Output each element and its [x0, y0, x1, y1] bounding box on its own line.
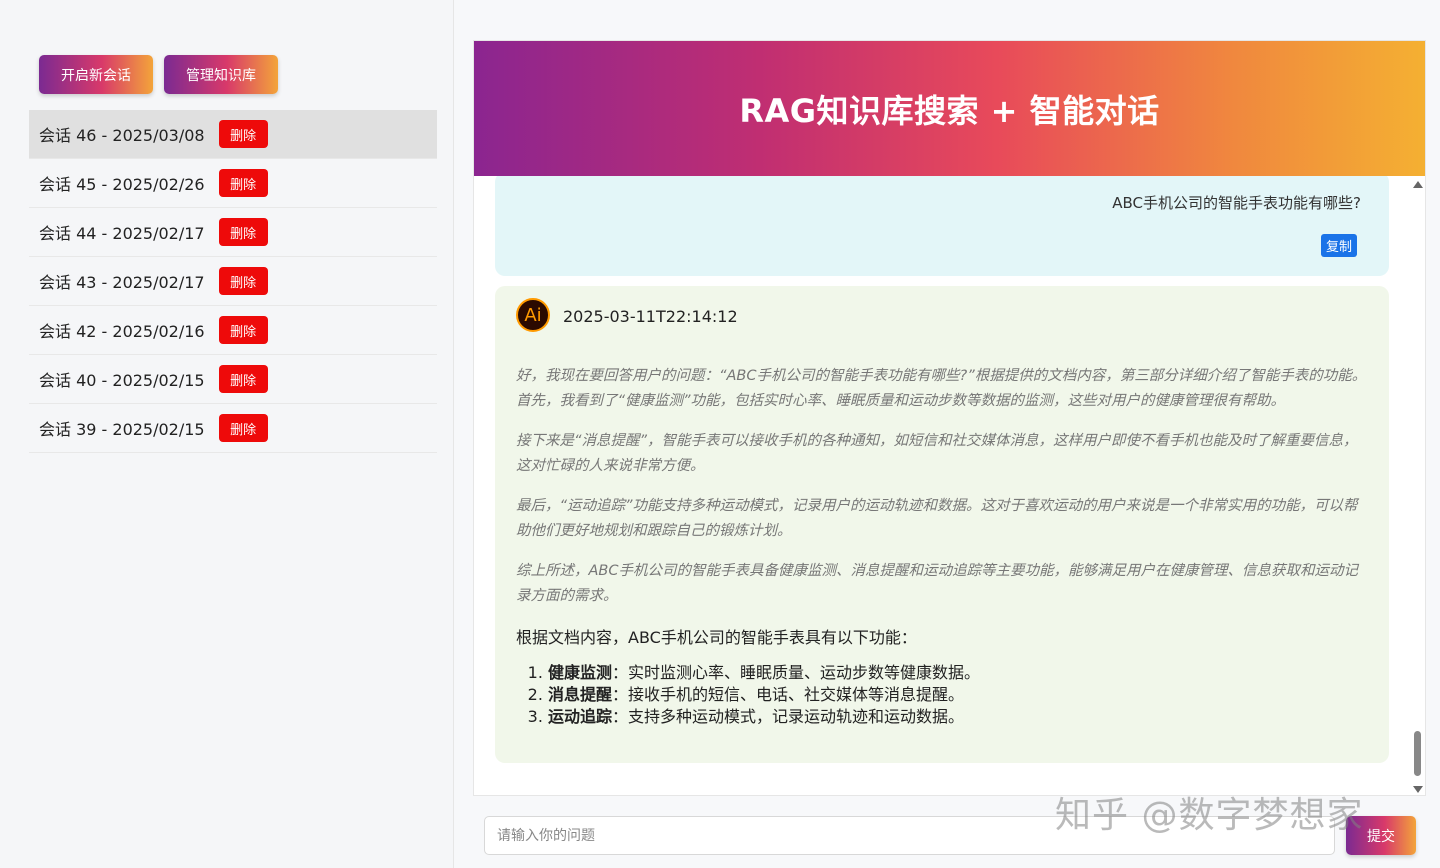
session-item[interactable]: 会话 44 - 2025/02/17 删除: [29, 208, 437, 257]
delete-session-button[interactable]: 删除: [218, 120, 268, 148]
delete-session-button[interactable]: 删除: [218, 169, 268, 197]
list-item: 健康监测：实时监测心率、睡眠质量、运动步数等健康数据。: [548, 662, 980, 684]
session-label: 会话 43 - 2025/02/17: [39, 273, 205, 292]
sidebar: 开启新会话 管理知识库 会话 46 - 2025/03/08 删除 会话 45 …: [0, 0, 454, 868]
reasoning-block: 好，我现在要回答用户的问题：“ABC手机公司的智能手表功能有哪些?”根据提供的文…: [516, 364, 1368, 624]
session-label: 会话 46 - 2025/03/08: [39, 126, 205, 145]
session-label: 会话 45 - 2025/02/26: [39, 175, 205, 194]
session-label: 会话 44 - 2025/02/17: [39, 224, 205, 243]
session-label: 会话 42 - 2025/02/16: [39, 322, 205, 341]
chat-panel: RAG知识库搜索 + 智能对话 ABC手机公司的智能手表功能有哪些? 复制 Ai…: [473, 40, 1426, 796]
reasoning-paragraph: 综上所述，ABC手机公司的智能手表具备健康监测、消息提醒和运动追踪等主要功能，能…: [516, 563, 1358, 604]
page-title: RAG知识库搜索 + 智能对话: [739, 91, 1160, 130]
question-input[interactable]: [485, 817, 1334, 854]
feature-desc: ：接收手机的短信、电话、社交媒体等消息提醒。: [612, 685, 965, 704]
scrollbar[interactable]: [1411, 181, 1423, 793]
session-item[interactable]: 会话 39 - 2025/02/15 删除: [29, 404, 437, 453]
session-item[interactable]: 会话 43 - 2025/02/17 删除: [29, 257, 437, 306]
manage-knowledge-base-button[interactable]: 管理知识库: [164, 55, 278, 94]
delete-session-button[interactable]: 删除: [218, 267, 268, 295]
new-session-button[interactable]: 开启新会话: [39, 55, 153, 94]
scroll-down-arrow-icon[interactable]: [1413, 786, 1423, 793]
list-item: 消息提醒：接收手机的短信、电话、社交媒体等消息提醒。: [548, 684, 980, 706]
session-list: 会话 46 - 2025/03/08 删除 会话 45 - 2025/02/26…: [29, 110, 437, 453]
feature-desc: ：实时监测心率、睡眠质量、运动步数等健康数据。: [612, 663, 981, 682]
delete-session-button[interactable]: 删除: [218, 365, 268, 393]
session-label: 会话 39 - 2025/02/15: [39, 420, 205, 439]
message-timestamp: 2025-03-11T22:14:12: [563, 307, 738, 326]
feature-desc: ：支持多种运动模式，记录运动轨迹和运动数据。: [612, 707, 965, 726]
question-input-wrapper: [484, 816, 1335, 855]
feature-title: 健康监测: [548, 663, 613, 682]
answer-intro: 根据文档内容，ABC手机公司的智能手表具有以下功能：: [516, 628, 917, 647]
session-item[interactable]: 会话 42 - 2025/02/16 删除: [29, 306, 437, 355]
scroll-up-arrow-icon[interactable]: [1413, 181, 1423, 188]
user-message-text: ABC手机公司的智能手表功能有哪些?: [1112, 194, 1361, 212]
session-item[interactable]: 会话 45 - 2025/02/26 删除: [29, 159, 437, 208]
ai-message-bubble: Ai 2025-03-11T22:14:12 好，我现在要回答用户的问题：“AB…: [495, 286, 1389, 763]
delete-session-button[interactable]: 删除: [218, 218, 268, 246]
delete-session-button[interactable]: 删除: [218, 414, 268, 442]
copy-button[interactable]: 复制: [1320, 234, 1357, 257]
answer-list: 健康监测：实时监测心率、睡眠质量、运动步数等健康数据。 消息提醒：接收手机的短信…: [516, 662, 980, 728]
feature-title: 消息提醒: [548, 685, 613, 704]
submit-button[interactable]: 提交: [1346, 816, 1416, 855]
header-banner: RAG知识库搜索 + 智能对话: [474, 41, 1425, 176]
ai-avatar: Ai: [516, 298, 550, 332]
reasoning-paragraph: 最后，“运动追踪”功能支持多种运动模式，记录用户的运动轨迹和数据。这对于喜欢运动…: [516, 498, 1358, 539]
scroll-thumb[interactable]: [1414, 731, 1421, 776]
session-item[interactable]: 会话 40 - 2025/02/15 删除: [29, 355, 437, 404]
list-item: 运动追踪：支持多种运动模式，记录运动轨迹和运动数据。: [548, 706, 980, 728]
chat-messages[interactable]: ABC手机公司的智能手表功能有哪些? 复制 Ai 2025-03-11T22:1…: [474, 176, 1425, 795]
session-label: 会话 40 - 2025/02/15: [39, 371, 205, 390]
session-item[interactable]: 会话 46 - 2025/03/08 删除: [29, 110, 437, 159]
feature-title: 运动追踪: [548, 707, 613, 726]
delete-session-button[interactable]: 删除: [218, 316, 268, 344]
user-message-bubble: ABC手机公司的智能手表功能有哪些? 复制: [495, 176, 1389, 276]
reasoning-paragraph: 好，我现在要回答用户的问题：“ABC手机公司的智能手表功能有哪些?”根据提供的文…: [516, 368, 1367, 409]
reasoning-paragraph: 接下来是“消息提醒”，智能手表可以接收手机的各种通知，如短信和社交媒体消息，这样…: [516, 433, 1358, 474]
sidebar-actions: 开启新会话 管理知识库: [39, 55, 278, 94]
